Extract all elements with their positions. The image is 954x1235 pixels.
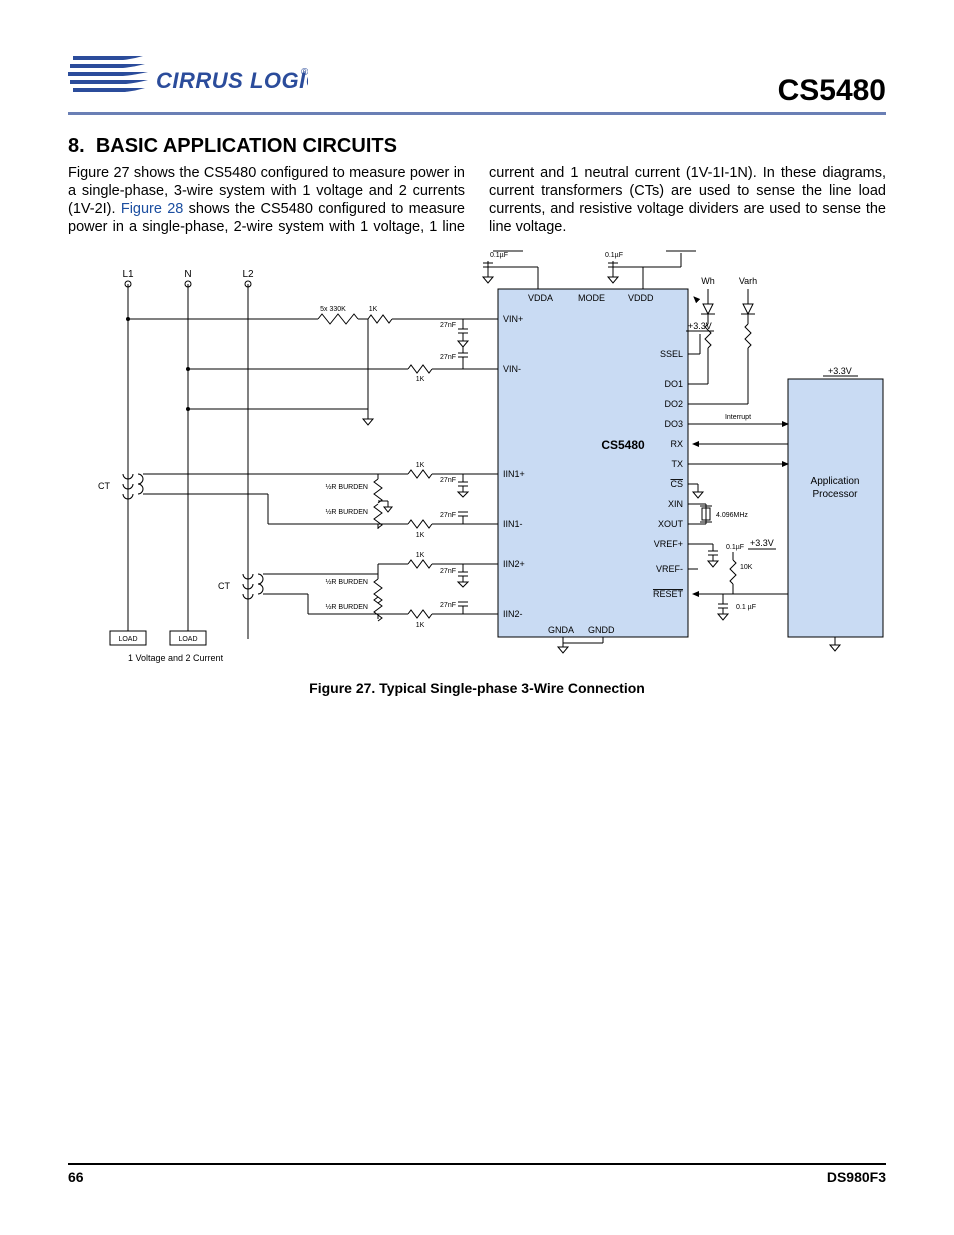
svg-text:0.1µF: 0.1µF	[726, 544, 744, 551]
svg-text:CT: CT	[218, 581, 230, 591]
figure-caption: Figure 27. Typical Single-phase 3-Wire C…	[68, 680, 886, 696]
page-number: 66	[68, 1169, 84, 1185]
svg-text:1K: 1K	[416, 532, 425, 539]
svg-text:IIN2-: IIN2-	[503, 609, 523, 619]
svg-text:VREF+: VREF+	[654, 539, 683, 549]
svg-text:VREF-: VREF-	[656, 564, 683, 574]
cirrus-logic-logo: CIRRUS LOGIC ®	[68, 50, 308, 108]
svg-text:+3.3V: +3.3V	[828, 366, 852, 376]
svg-text:VIN-: VIN-	[503, 364, 521, 374]
figure-27-diagram: L1 N L2 LOAD LOAD CT CT	[68, 249, 886, 696]
svg-text:SSEL: SSEL	[660, 349, 683, 359]
svg-text:0.1µF: 0.1µF	[490, 252, 508, 259]
svg-text:10K: 10K	[740, 564, 753, 571]
svg-text:½R BURDEN: ½R BURDEN	[326, 483, 368, 491]
svg-text:®: ®	[301, 67, 308, 78]
svg-text:27nF: 27nF	[440, 322, 456, 329]
svg-text:VDDA: VDDA	[528, 293, 553, 303]
svg-text:½R BURDEN: ½R BURDEN	[326, 578, 368, 586]
svg-text:27nF: 27nF	[440, 512, 456, 519]
svg-text:L1: L1	[122, 269, 134, 280]
svg-text:CT: CT	[98, 481, 110, 491]
svg-text:GNDA: GNDA	[548, 625, 574, 635]
svg-text:VIN+: VIN+	[503, 314, 523, 324]
body-text: Figure 27 shows the CS5480 configured to…	[68, 164, 886, 237]
svg-text:1K: 1K	[416, 622, 425, 629]
svg-text:IIN1-: IIN1-	[503, 519, 523, 529]
svg-text:Varh: Varh	[739, 276, 757, 286]
svg-text:CS: CS	[670, 479, 683, 489]
svg-text:Processor: Processor	[812, 489, 858, 500]
svg-text:LOAD: LOAD	[118, 636, 137, 643]
svg-text:DO2: DO2	[664, 399, 683, 409]
svg-text:27nF: 27nF	[440, 568, 456, 575]
svg-text:VDDD: VDDD	[628, 293, 654, 303]
figure-28-link[interactable]: Figure 28	[121, 201, 184, 217]
section-heading: 8. BASIC APPLICATION CIRCUITS	[68, 135, 886, 158]
svg-text:4.096MHz: 4.096MHz	[716, 512, 748, 519]
svg-text:27nF: 27nF	[440, 602, 456, 609]
svg-text:+3.3V: +3.3V	[688, 321, 712, 331]
svg-text:0.1 µF: 0.1 µF	[736, 604, 756, 611]
svg-text:1K: 1K	[416, 462, 425, 469]
svg-text:IIN2+: IIN2+	[503, 559, 525, 569]
svg-text:IIN1+: IIN1+	[503, 469, 525, 479]
svg-text:27nF: 27nF	[440, 477, 456, 484]
svg-text:RESET: RESET	[653, 589, 684, 599]
page-footer: 66 DS980F3	[68, 1163, 886, 1185]
svg-text:DO1: DO1	[664, 379, 683, 389]
svg-text:L2: L2	[242, 269, 254, 280]
svg-text:½R BURDEN: ½R BURDEN	[326, 603, 368, 611]
svg-text:1K: 1K	[416, 376, 425, 383]
svg-text:N: N	[184, 269, 191, 280]
page-header: CIRRUS LOGIC ® CS5480	[68, 50, 886, 115]
svg-text:MODE: MODE	[578, 293, 605, 303]
svg-text:+3.3V: +3.3V	[750, 538, 774, 548]
svg-text:RX: RX	[670, 439, 683, 449]
svg-text:5x 330K: 5x 330K	[320, 306, 346, 313]
svg-text:DO3: DO3	[664, 419, 683, 429]
svg-text:CIRRUS LOGIC: CIRRUS LOGIC	[156, 68, 308, 93]
svg-text:Interrupt: Interrupt	[725, 414, 751, 421]
svg-text:XOUT: XOUT	[658, 519, 684, 529]
svg-text:TX: TX	[671, 459, 683, 469]
svg-text:LOAD: LOAD	[178, 636, 197, 643]
svg-text:XIN: XIN	[668, 499, 683, 509]
svg-text:1K: 1K	[416, 552, 425, 559]
svg-text:Wh: Wh	[701, 276, 715, 286]
svg-text:Application: Application	[811, 476, 860, 487]
part-number: CS5480	[778, 74, 886, 108]
svg-text:27nF: 27nF	[440, 354, 456, 361]
document-id: DS980F3	[827, 1169, 886, 1185]
svg-text:1 Voltage and 2 Current: 1 Voltage and 2 Current	[128, 653, 224, 663]
svg-text:CS5480: CS5480	[601, 438, 645, 452]
svg-text:GNDD: GNDD	[588, 625, 615, 635]
svg-text:0.1µF: 0.1µF	[605, 252, 623, 259]
svg-text:½R BURDEN: ½R BURDEN	[326, 508, 368, 516]
svg-text:1K: 1K	[369, 306, 378, 313]
